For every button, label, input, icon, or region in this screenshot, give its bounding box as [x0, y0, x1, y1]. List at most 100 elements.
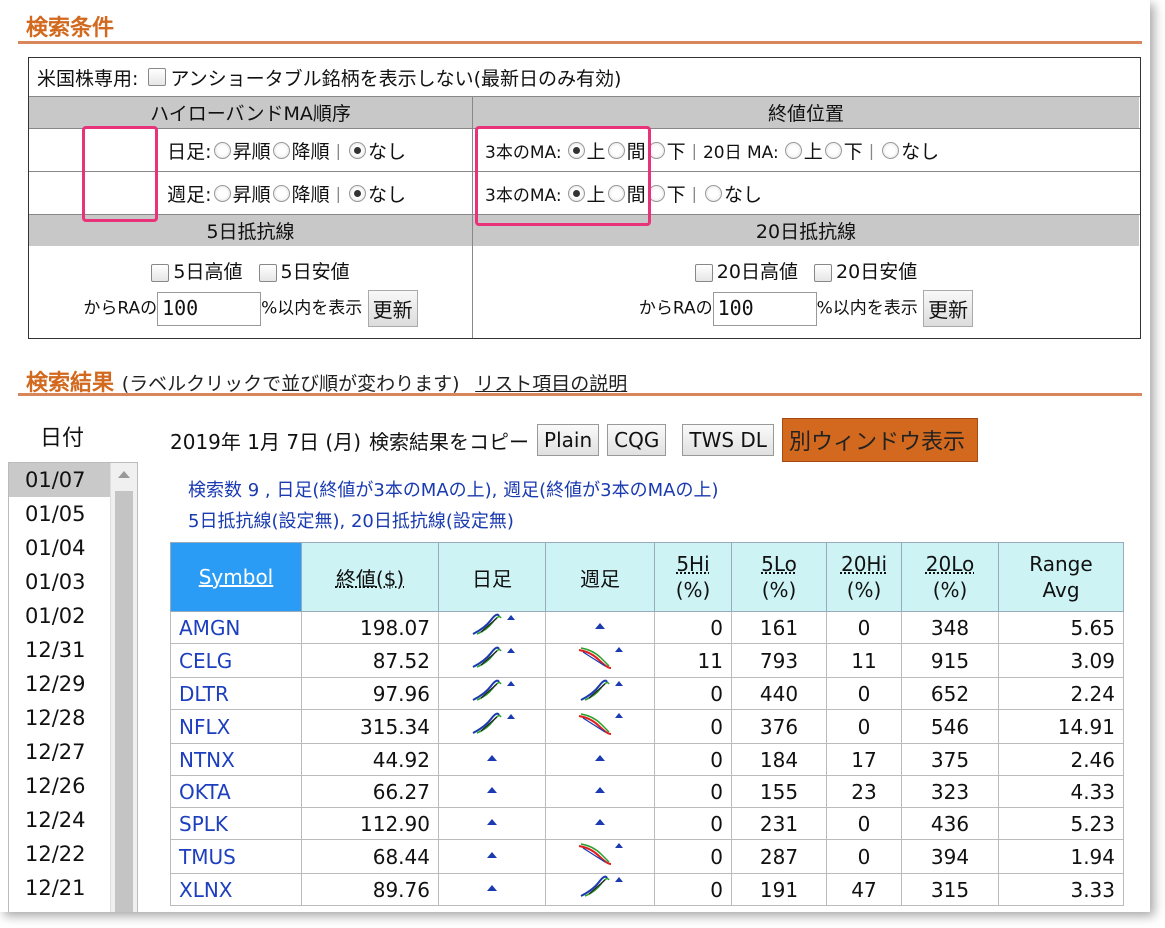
lo5-label: 5日安値 — [280, 261, 350, 283]
symbol-link[interactable]: SPLK — [170, 807, 302, 840]
weekly-desc-radio[interactable] — [272, 184, 290, 202]
daily-cell — [438, 873, 546, 906]
hi5-cell: 0 — [654, 873, 732, 906]
daily-ma3-below-label: 下 — [666, 140, 686, 163]
above-marker-icon — [595, 818, 605, 825]
daily-ma20-none-radio[interactable] — [882, 141, 900, 159]
update5-button[interactable]: 更新 — [367, 290, 418, 327]
results-header-row: Symbol 終値($) 日足 週足 5Hi (%) 5Lo (%) 20Hi (%)… — [170, 542, 1124, 612]
daily-ma20-below-label: 下 — [843, 140, 863, 163]
close-position-header: 終値位置 — [473, 97, 1139, 128]
daily-cell — [438, 743, 546, 776]
weekly-cell — [545, 775, 655, 808]
symbol-link[interactable]: CELG — [170, 643, 302, 678]
ra20-suffix: %以内を表示 — [816, 298, 918, 319]
weekly-none-radio[interactable] — [348, 184, 366, 202]
col-20hi-label: 20Hi — [840, 552, 888, 576]
symbol-link[interactable]: DLTR — [170, 677, 302, 710]
daily-cell — [438, 775, 546, 808]
daily-none-label: なし — [367, 140, 406, 163]
lo5-cell: 155 — [731, 775, 827, 808]
col-20hi[interactable]: 20Hi (%) — [826, 542, 902, 612]
lo20-checkbox[interactable] — [814, 263, 833, 282]
section-divider — [18, 393, 1142, 396]
unshortable-checkbox[interactable] — [148, 68, 167, 86]
symbol-link[interactable]: NFLX — [170, 709, 302, 744]
hi5-cell: 0 — [654, 807, 732, 840]
plain-button[interactable]: Plain — [537, 424, 600, 456]
symbol-link[interactable]: TMUS — [170, 839, 302, 874]
daily-ma20-below-radio[interactable] — [824, 141, 842, 159]
weekly-asc-label: 昇順 — [232, 183, 271, 206]
col-daily[interactable]: 日足 — [438, 542, 546, 612]
col-symbol[interactable]: Symbol — [170, 542, 302, 612]
lo20-cell: 315 — [901, 873, 999, 906]
scroll-up-icon[interactable] — [118, 471, 130, 478]
cqg-button[interactable]: CQG — [607, 424, 667, 456]
downtrend-ma-icon — [578, 843, 623, 865]
col-5hi[interactable]: 5Hi (%) — [654, 542, 732, 612]
downtrend-ma-icon — [578, 647, 623, 669]
tws-dl-button[interactable]: TWS DL — [682, 424, 774, 456]
daily-ma20-none-label: なし — [901, 140, 940, 163]
lo5-cell: 161 — [731, 611, 827, 644]
symbol-link[interactable]: OKTA — [170, 775, 302, 808]
daily-desc-radio[interactable] — [272, 141, 290, 159]
separator: | — [691, 140, 697, 160]
col-close[interactable]: 終値($) — [301, 542, 439, 612]
section-header-row: ハイローバンドMA順序 終値位置 — [29, 96, 1140, 128]
ra20-input[interactable]: 100 — [712, 291, 817, 326]
hi5-cell: 0 — [654, 775, 732, 808]
col-20lo[interactable]: 20Lo (%) — [901, 542, 999, 612]
col-weekly[interactable]: 週足 — [545, 542, 655, 612]
weekly-none2-radio[interactable] — [704, 184, 722, 202]
hi20-checkbox[interactable] — [694, 263, 713, 282]
symbol-link[interactable]: AMGN — [170, 611, 302, 644]
ra5-input[interactable]: 100 — [157, 291, 262, 326]
weekly-asc-radio[interactable] — [213, 184, 231, 202]
help-link[interactable]: リスト項目の説明 — [475, 373, 627, 395]
uptrend-ma-icon — [472, 613, 515, 635]
uptrend-ma-icon — [472, 646, 515, 668]
weekly-desc-label: 降順 — [291, 183, 330, 206]
daily-asc-radio[interactable] — [213, 141, 231, 159]
col-close-label: 終値($) — [335, 566, 405, 591]
update20-button[interactable]: 更新 — [923, 290, 974, 327]
close-cell: 87.52 — [301, 643, 439, 678]
lo5-cell: 376 — [731, 709, 827, 744]
col-5lo[interactable]: 5Lo (%) — [731, 542, 827, 612]
separator: | — [335, 140, 341, 160]
downtrend-ma-icon — [578, 713, 623, 735]
summary-line-2: 5日抵抗線(設定無), 20日抵抗線(設定無) — [188, 511, 514, 532]
hi20-cell: 11 — [826, 643, 902, 678]
uptrend-ma-icon — [472, 679, 515, 701]
symbol-link[interactable]: NTNX — [170, 743, 302, 776]
col-20hi-unit: (%) — [846, 578, 882, 602]
above-marker-icon — [487, 786, 497, 793]
new-window-button[interactable]: 別ウィンドウ表示 — [781, 418, 978, 462]
hi5-cell: 11 — [654, 643, 732, 678]
results-toolbar: 2019年 1月 7日 (月) 検索結果をコピー Plain CQG TWS D… — [170, 418, 978, 462]
lo5-checkbox[interactable] — [258, 263, 277, 282]
separator: | — [868, 140, 875, 160]
lo5-cell: 793 — [731, 643, 827, 678]
lo20-cell: 394 — [901, 839, 999, 874]
scroll-thumb[interactable] — [115, 491, 133, 912]
col-range-avg[interactable]: Range Avg — [998, 542, 1124, 612]
uptrend-ma-icon — [580, 679, 623, 701]
date-list[interactable]: 01/07 01/05 01/04 01/03 01/02 12/31 12/29 12/28… — [8, 462, 138, 912]
res20-cell: 20日高値 20日安値 からRAの 100 %以内を表示 更新 — [473, 246, 1139, 338]
weekly-cell — [545, 743, 655, 776]
hi5-checkbox[interactable] — [151, 263, 170, 282]
ra5-prefix: からRAの — [83, 298, 158, 319]
range-avg-cell: 2.24 — [998, 677, 1124, 710]
col-20lo-label: 20Lo — [925, 552, 975, 576]
uptrend-ma-icon — [580, 875, 623, 897]
scrollbar[interactable] — [110, 463, 137, 912]
symbol-link[interactable]: XLNX — [170, 873, 302, 906]
daily-ma20-above-radio[interactable] — [784, 141, 802, 159]
daily-none-radio[interactable] — [348, 141, 366, 159]
highlow-header: ハイローバンドMA順序 — [29, 97, 473, 128]
range-avg-cell: 4.33 — [998, 775, 1124, 808]
lo20-cell: 652 — [901, 677, 999, 710]
